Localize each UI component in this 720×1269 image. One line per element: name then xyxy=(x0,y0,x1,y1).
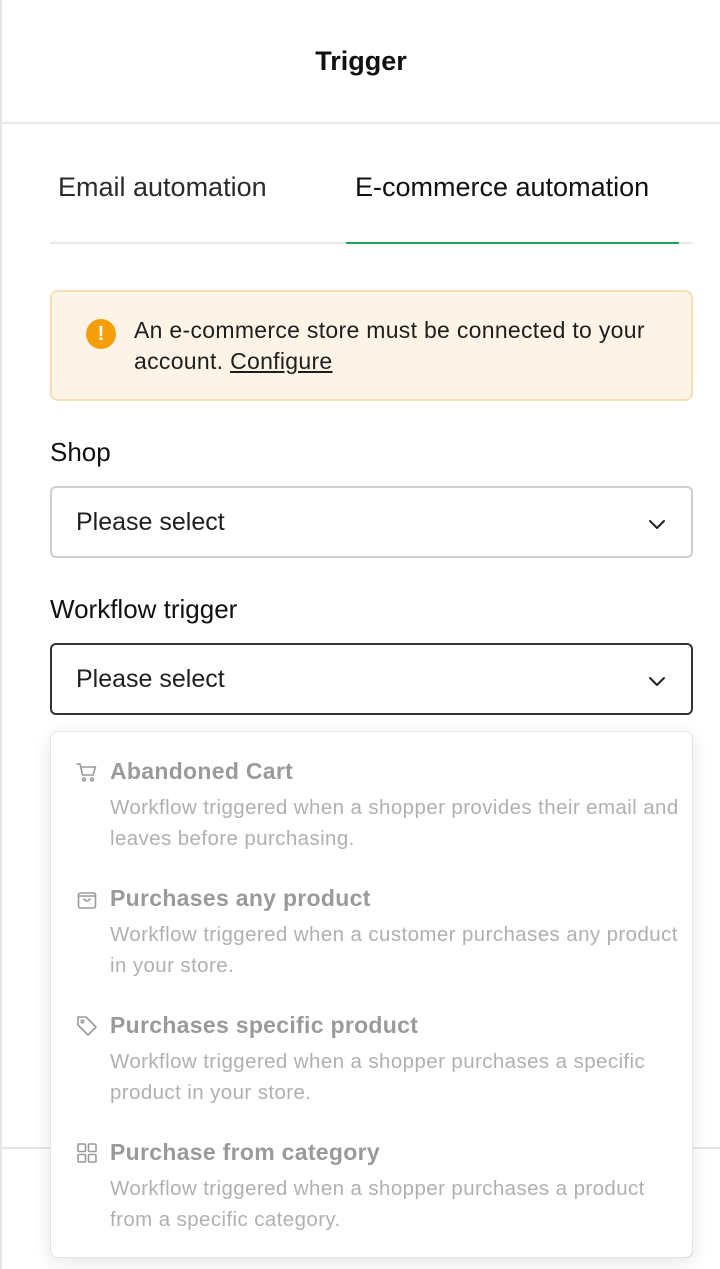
chevron-down-icon xyxy=(649,677,665,686)
option-description: Workflow triggered when a shopper provid… xyxy=(110,796,679,850)
automation-tabs: Email automation E-commerce automation xyxy=(50,124,693,244)
chevron-down-icon xyxy=(649,520,665,529)
warning-icon: ! xyxy=(86,319,116,349)
alert-message-text: An e-commerce store must be connected to… xyxy=(134,317,645,374)
tag-icon xyxy=(77,1016,97,1036)
cart-icon xyxy=(76,763,97,782)
option-abandoned-cart[interactable]: Abandoned Cart Workflow triggered when a… xyxy=(51,752,692,879)
workflow-trigger-select-value: Please select xyxy=(76,665,225,693)
option-title: Purchases specific product xyxy=(110,1012,419,1038)
active-tab-indicator xyxy=(346,242,679,244)
tab-email-automation[interactable]: Email automation xyxy=(58,172,267,203)
option-purchases-specific-product[interactable]: Purchases specific product Workflow trig… xyxy=(51,1006,692,1133)
shopping-bag-icon xyxy=(77,892,97,909)
option-purchase-from-category[interactable]: Purchase from category Workflow triggere… xyxy=(51,1133,692,1260)
workflow-trigger-dropdown: Abandoned Cart Workflow triggered when a… xyxy=(50,731,693,1258)
page-title: Trigger xyxy=(315,45,407,76)
shop-label: Shop xyxy=(50,437,111,467)
configure-link[interactable]: Configure xyxy=(230,348,332,374)
alert-message: An e-commerce store must be connected to… xyxy=(134,315,674,377)
shop-select[interactable]: Please select xyxy=(50,486,693,558)
shop-select-value: Please select xyxy=(76,508,225,536)
workflow-trigger-select[interactable]: Please select xyxy=(50,643,693,715)
option-purchases-any-product[interactable]: Purchases any product Workflow triggered… xyxy=(51,879,692,1006)
option-description: Workflow triggered when a customer purch… xyxy=(110,923,678,977)
category-grid-icon xyxy=(77,1143,97,1163)
option-title: Purchase from category xyxy=(110,1139,380,1165)
tab-ecommerce-automation[interactable]: E-commerce automation xyxy=(355,172,649,203)
trigger-panel: Trigger Email automation E-commerce auto… xyxy=(0,0,720,1269)
store-warning-alert: ! An e-commerce store must be connected … xyxy=(50,290,693,401)
option-title: Abandoned Cart xyxy=(110,758,294,784)
option-description: Workflow triggered when a shopper purcha… xyxy=(110,1050,646,1104)
option-title: Purchases any product xyxy=(110,885,371,911)
panel-header: Trigger xyxy=(2,0,720,124)
option-description: Workflow triggered when a shopper purcha… xyxy=(110,1177,645,1231)
workflow-trigger-label: Workflow trigger xyxy=(50,594,238,624)
